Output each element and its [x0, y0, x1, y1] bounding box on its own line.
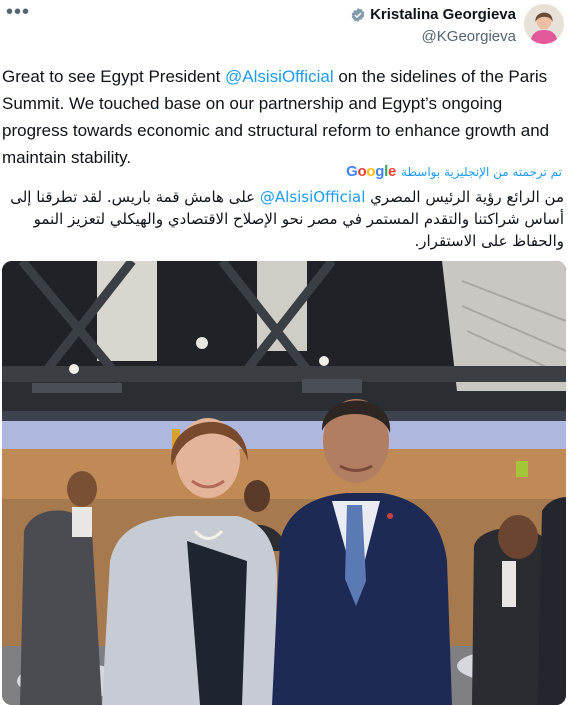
google-letter: G: [346, 163, 358, 180]
mention-link[interactable]: @AlsisiOfficial: [225, 67, 334, 86]
tweet-text-part: Great to see Egypt President: [2, 67, 226, 86]
tweet-header: Kristalina Georgieva @KGeorgieva: [350, 4, 564, 47]
translated-text-part: من الرائع رؤية الرئيس المصري: [365, 188, 564, 206]
photo-illustration: [2, 261, 566, 705]
google-letter: g: [375, 163, 385, 180]
google-letter: e: [387, 163, 397, 180]
translated-mention-link[interactable]: @AlsisiOfficial: [260, 188, 365, 206]
verified-badge-icon: [351, 8, 365, 22]
tweet-photo[interactable]: [2, 261, 566, 705]
author-info: Kristalina Georgieva @KGeorgieva: [350, 4, 516, 47]
author-name[interactable]: Kristalina Georgieva: [370, 4, 516, 26]
translation-label: تم ترجمته من الإنجليزية بواسطة: [401, 164, 562, 179]
tweet-text: Great to see Egypt President @AlsisiOffi…: [2, 63, 562, 171]
author-name-row: Kristalina Georgieva: [350, 4, 516, 26]
google-logo: Google: [346, 163, 396, 180]
author-handle[interactable]: @KGeorgieva: [350, 27, 516, 47]
translation-attribution[interactable]: تم ترجمته من الإنجليزية بواسطة Google: [346, 163, 562, 180]
google-letter: o: [366, 163, 376, 180]
more-options-button[interactable]: •••: [6, 2, 30, 22]
translated-tweet-text: من الرائع رؤية الرئيس المصري @AlsisiOffi…: [9, 186, 564, 252]
google-letter: o: [357, 163, 367, 180]
author-avatar[interactable]: [524, 4, 564, 44]
